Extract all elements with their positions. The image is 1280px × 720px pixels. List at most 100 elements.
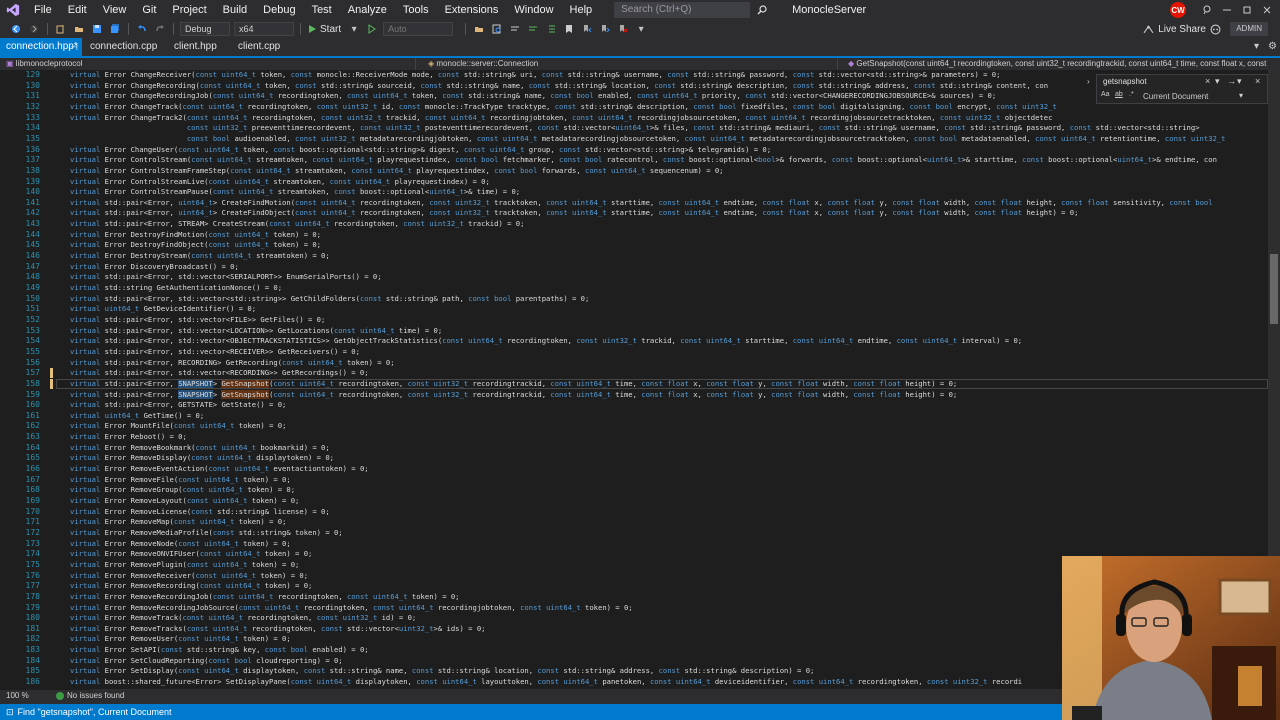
close-icon[interactable]: [1254, 0, 1280, 20]
previous-bookmark-icon[interactable]: [579, 21, 595, 37]
code-line[interactable]: virtual Error RemoveBookmark(const uint6…: [70, 443, 330, 453]
code-line[interactable]: virtual Error ChangeRecording(const uint…: [70, 81, 1048, 91]
forward-icon[interactable]: [26, 21, 42, 37]
code-line[interactable]: virtual std::pair<Error, GETSTATE> GetSt…: [70, 400, 286, 410]
code-line[interactable]: virtual std::pair<Error, std::vector<REC…: [70, 368, 369, 378]
find-options-dropdown-icon[interactable]: ▾: [1237, 76, 1242, 87]
code-line[interactable]: virtual std::pair<Error, std::vector<FIL…: [70, 315, 325, 325]
bookmark-icon[interactable]: [561, 21, 577, 37]
toggle-comment-icon[interactable]: [507, 21, 523, 37]
code-line[interactable]: virtual std::pair<Error, std::vector<std…: [70, 294, 589, 304]
code-line[interactable]: virtual Error RemoveLayout(const uint64_…: [70, 496, 299, 506]
code-line[interactable]: virtual Error RemoveRecordingJobSource(c…: [70, 603, 633, 613]
code-line[interactable]: virtual std::pair<Error, std::vector<OBJ…: [70, 336, 1022, 346]
match-whole-word-toggle[interactable]: ab: [1115, 91, 1123, 98]
solution-platform-select[interactable]: x64: [234, 22, 294, 36]
menu-build[interactable]: Build: [215, 0, 255, 20]
scope-dropdown[interactable]: ◈ monocle::server::Connection: [428, 58, 838, 70]
code-line[interactable]: virtual Error DestroyStream(const uint64…: [70, 251, 330, 261]
code-line[interactable]: virtual Error RemoveReceiver(const uint6…: [70, 571, 308, 581]
next-bookmark-icon[interactable]: [597, 21, 613, 37]
save-icon[interactable]: [89, 21, 105, 37]
tab-client-cpp[interactable]: client.cpp: [232, 38, 286, 56]
code-line[interactable]: virtual Error ControlStreamFrameStep(con…: [70, 166, 724, 176]
redo-icon[interactable]: [152, 21, 168, 37]
user-avatar[interactable]: CW: [1170, 2, 1186, 18]
code-line[interactable]: virtual Error SetAPI(const std::string& …: [70, 645, 369, 655]
pin-icon[interactable]: ⊣: [70, 38, 78, 56]
uncomment-icon[interactable]: [525, 21, 541, 37]
menu-tools[interactable]: Tools: [395, 0, 437, 20]
start-without-debugging-icon[interactable]: [364, 21, 380, 37]
tab-connection-hpp[interactable]: connection.hpp* ⊣: [0, 38, 82, 56]
code-line[interactable]: virtual Error DestroyFindMotion(const ui…: [70, 230, 321, 240]
code-line[interactable]: virtual Error ControlStream(const uint64…: [70, 155, 1217, 165]
settings-gear-icon[interactable]: ⚙: [1262, 38, 1280, 56]
tab-connection-cpp[interactable]: connection.cpp: [84, 38, 163, 56]
menu-git[interactable]: Git: [134, 0, 164, 20]
code-line[interactable]: virtual Error RemoveEventAction(const ui…: [70, 464, 369, 474]
clear-search-icon[interactable]: ×: [1205, 76, 1210, 86]
code-line[interactable]: virtual std::pair<Error, SNAPSHOT> GetSn…: [70, 389, 957, 400]
code-line[interactable]: virtual Error RemoveGroup(const uint64_t…: [70, 485, 295, 495]
menu-extensions[interactable]: Extensions: [437, 0, 507, 20]
new-item-icon[interactable]: [53, 21, 69, 37]
hot-reload-icon[interactable]: [471, 21, 487, 37]
code-line[interactable]: virtual Error RemoveRecordingJob(const u…: [70, 592, 460, 602]
use-regex-toggle[interactable]: .*: [1129, 91, 1134, 98]
code-line[interactable]: virtual Error RemoveNode(const uint64_t …: [70, 539, 291, 549]
project-dropdown[interactable]: ▣ libmonocleprotocol: [6, 58, 416, 70]
code-line[interactable]: virtual Error RemoveUser(const uint64_t …: [70, 634, 291, 644]
search-scope-select[interactable]: Current Document: [1143, 92, 1208, 101]
scope-dropdown-icon[interactable]: ▾: [1239, 91, 1243, 100]
find-next-icon[interactable]: →: [1227, 76, 1236, 86]
code-line[interactable]: virtual Error RemoveLicense(const std::s…: [70, 507, 330, 517]
code-line[interactable]: virtual Error ChangeUser(const uint64_t …: [70, 145, 771, 155]
save-all-icon[interactable]: [107, 21, 123, 37]
code-line[interactable]: virtual uint64_t GetDeviceIdentifier() =…: [70, 304, 256, 314]
issues-indicator[interactable]: No issues found: [56, 691, 124, 700]
open-folder-icon[interactable]: [71, 21, 87, 37]
code-line[interactable]: virtual std::pair<Error, std::vector<LOC…: [70, 326, 442, 336]
tab-client-hpp[interactable]: client.hpp: [168, 38, 223, 56]
close-find-icon[interactable]: ×: [1255, 76, 1260, 86]
code-line[interactable]: virtual Error DiscoveryBroadcast() = 0;: [70, 262, 239, 272]
code-line[interactable]: virtual std::pair<Error, RECORDING> GetR…: [70, 358, 395, 368]
code-line[interactable]: virtual Error ChangeTrack2(const uint64_…: [70, 113, 1052, 123]
search-icon[interactable]: [752, 2, 772, 18]
code-line[interactable]: virtual std::pair<Error, std::vector<REC…: [70, 347, 360, 357]
expand-replace-icon[interactable]: ›: [1087, 77, 1090, 86]
code-line[interactable]: virtual std::pair<Error, uint64_t> Creat…: [70, 198, 1213, 208]
find-input[interactable]: getsnapshot: [1103, 77, 1203, 87]
code-line[interactable]: virtual Error Reboot() = 0;: [70, 432, 187, 442]
code-line[interactable]: virtual Error ChangeTrack(const uint64_t…: [70, 102, 1057, 112]
code-line[interactable]: virtual Error SetDisplay(const uint64_t …: [70, 666, 814, 676]
code-line[interactable]: virtual Error RemoveFile(const uint64_t …: [70, 475, 291, 485]
code-line[interactable]: virtual Error ControlStreamLive(const ui…: [70, 177, 490, 187]
code-line[interactable]: virtual std::pair<Error, STREAM> CreateS…: [70, 219, 524, 229]
code-line[interactable]: virtual uint64_t GetTime() = 0;: [70, 411, 204, 421]
menu-view[interactable]: View: [95, 0, 135, 20]
start-dropdown-icon[interactable]: ▾: [346, 21, 362, 37]
undo-icon[interactable]: [134, 21, 150, 37]
code-line[interactable]: virtual Error RemoveRecording(const uint…: [70, 581, 312, 591]
code-line[interactable]: const bool audioenabled, const uint32_t …: [70, 134, 1226, 144]
code-line[interactable]: virtual Error RemoveONVIFUser(const uint…: [70, 549, 312, 559]
menu-help[interactable]: Help: [562, 0, 601, 20]
back-icon[interactable]: [8, 21, 24, 37]
code-line[interactable]: virtual std::pair<Error, std::vector<SER…: [70, 272, 382, 282]
code-line[interactable]: virtual boost::shared_future<Error> SetD…: [70, 677, 1022, 687]
menu-test[interactable]: Test: [304, 0, 340, 20]
code-line[interactable]: virtual Error MountFile(const uint64_t t…: [70, 421, 286, 431]
code-line[interactable]: virtual Error DestroyFindObject(const ui…: [70, 240, 321, 250]
search-options-icon[interactable]: ▾: [1215, 76, 1220, 87]
menu-edit[interactable]: Edit: [60, 0, 95, 20]
live-share-button[interactable]: Live Share: [1143, 20, 1206, 38]
menu-debug[interactable]: Debug: [255, 0, 303, 20]
outdent-icon[interactable]: [543, 21, 559, 37]
solution-configuration-select[interactable]: Debug: [180, 22, 230, 36]
code-line[interactable]: virtual Error RemoveTrack(const uint64_t…: [70, 613, 416, 623]
debug-target-select[interactable]: Auto: [383, 22, 454, 36]
menu-window[interactable]: Window: [506, 0, 561, 20]
code-line[interactable]: virtual Error RemoveMediaProfile(const s…: [70, 528, 343, 538]
